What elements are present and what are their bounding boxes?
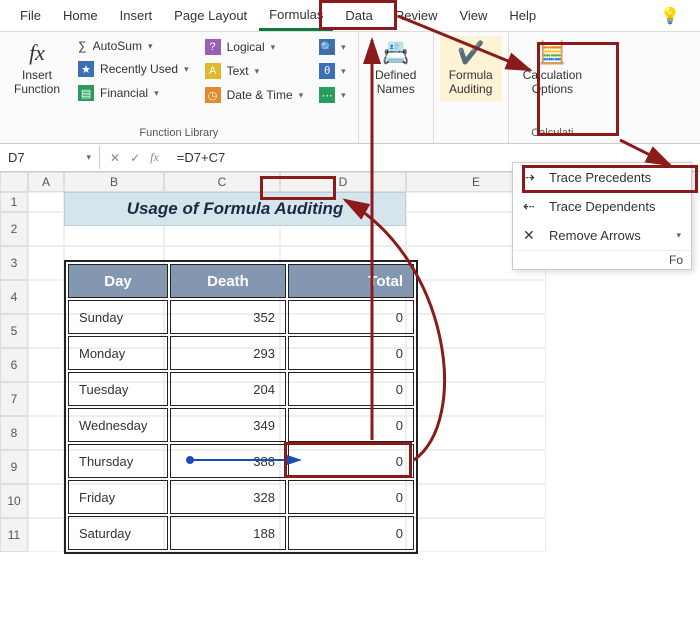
col-header-d[interactable]: D <box>280 172 406 192</box>
trace-dependents-icon: ⇠ <box>523 198 541 215</box>
th-day: Day <box>68 264 168 298</box>
row-header[interactable]: 10 <box>0 484 28 518</box>
chevron-down-icon: ▾ <box>255 66 260 77</box>
group-label-calculation: Calculati <box>515 125 590 141</box>
remove-arrows-icon: ✕ <box>523 227 541 244</box>
check-icon: ✔️ <box>457 40 484 66</box>
clock-icon: ◷ <box>205 87 221 103</box>
defined-names-button[interactable]: 📇 Defined Names <box>365 36 427 101</box>
more-functions-button[interactable]: ⋯▾ <box>313 84 352 106</box>
row-header[interactable]: 8 <box>0 416 28 450</box>
table-row: Wednesday3490 <box>68 408 414 442</box>
fx-icon: fx <box>29 40 45 66</box>
row-header[interactable]: 9 <box>0 450 28 484</box>
formula-bar-controls: ✕ ✓ fx <box>100 150 169 165</box>
tab-file[interactable]: File <box>10 2 51 29</box>
ribbon: fx Insert Function ∑AutoSum▾ ★Recently U… <box>0 32 700 144</box>
chevron-down-icon: ▾ <box>184 64 189 75</box>
th-total: Total <box>288 264 414 298</box>
row-header[interactable]: 3 <box>0 246 28 280</box>
dropdown-footer: Fo <box>513 250 691 269</box>
row-header[interactable]: 4 <box>0 280 28 314</box>
table-row: Saturday1880 <box>68 516 414 550</box>
datetime-button[interactable]: ◷Date & Time▾ <box>199 84 310 106</box>
select-all-corner[interactable] <box>0 172 28 192</box>
lookup-button[interactable]: 🔍▾ <box>313 36 352 58</box>
col-header-c[interactable]: C <box>164 172 280 192</box>
row-header[interactable]: 6 <box>0 348 28 382</box>
theta-icon: θ <box>319 63 335 79</box>
chevron-down-icon: ▾ <box>341 42 346 53</box>
text-button[interactable]: AText▾ <box>199 60 310 82</box>
row-header[interactable]: 5 <box>0 314 28 348</box>
col-header-b[interactable]: B <box>64 172 164 192</box>
chevron-down-icon: ▾ <box>154 88 159 99</box>
table-row: Sunday3520 <box>68 300 414 334</box>
star-icon: ★ <box>78 61 94 77</box>
text-icon: A <box>205 63 221 79</box>
sheet-title: Usage of Formula Auditing <box>64 192 406 226</box>
col-header-a[interactable]: A <box>28 172 64 192</box>
formula-auditing-button[interactable]: ✔️ Formula Auditing <box>440 36 502 101</box>
tab-review[interactable]: Review <box>385 2 448 29</box>
table-row: Tuesday2040 <box>68 372 414 406</box>
th-death: Death <box>170 264 286 298</box>
tab-view[interactable]: View <box>449 2 497 29</box>
tab-data[interactable]: Data <box>335 2 382 29</box>
table-row: Monday2930 <box>68 336 414 370</box>
fx-icon[interactable]: fx <box>146 150 163 165</box>
trace-dependents-item[interactable]: ⇠Trace Dependents <box>513 192 691 221</box>
calculator-icon: 🧮 <box>539 40 566 66</box>
row-header[interactable]: 11 <box>0 518 28 552</box>
table-row: Friday3280 <box>68 480 414 514</box>
tab-insert[interactable]: Insert <box>110 2 163 29</box>
row-header[interactable]: 7 <box>0 382 28 416</box>
chevron-down-icon: ▾ <box>676 230 681 241</box>
more-icon: ⋯ <box>319 87 335 103</box>
autosum-button[interactable]: ∑AutoSum▾ <box>72 36 195 56</box>
formula-auditing-dropdown: ⇢Trace Precedents ⇠Trace Dependents ✕Rem… <box>512 162 692 270</box>
chevron-down-icon: ▾ <box>341 66 346 77</box>
trace-precedents-icon: ⇢ <box>523 169 541 186</box>
chevron-down-icon: ▾ <box>341 90 346 101</box>
ribbon-tabs: File Home Insert Page Layout Formulas Da… <box>0 0 700 32</box>
chevron-down-icon: ▾ <box>299 90 304 101</box>
chevron-down-icon: ▾ <box>148 41 153 52</box>
sigma-icon: ∑ <box>78 39 87 53</box>
tab-home[interactable]: Home <box>53 2 108 29</box>
math-button[interactable]: θ▾ <box>313 60 352 82</box>
recently-used-button[interactable]: ★Recently Used▾ <box>72 58 195 80</box>
logical-icon: ? <box>205 39 221 55</box>
logical-button[interactable]: ?Logical▾ <box>199 36 310 58</box>
enter-icon[interactable]: ✓ <box>126 151 144 165</box>
lookup-icon: 🔍 <box>319 39 335 55</box>
tab-formulas[interactable]: Formulas <box>259 1 333 31</box>
tell-me-icon[interactable]: 💡 <box>660 6 680 26</box>
tab-help[interactable]: Help <box>499 2 546 29</box>
insert-function-button[interactable]: fx Insert Function <box>6 36 68 101</box>
financial-icon: ▤ <box>78 85 94 101</box>
row-header[interactable]: 2 <box>0 212 28 246</box>
chevron-down-icon: ▾ <box>271 42 276 53</box>
remove-arrows-item[interactable]: ✕Remove Arrows▾ <box>513 221 691 250</box>
table-row: Thursday3880 <box>68 444 414 478</box>
cancel-icon[interactable]: ✕ <box>106 151 124 165</box>
trace-precedents-item[interactable]: ⇢Trace Precedents <box>513 163 691 192</box>
chevron-down-icon: ▾ <box>86 152 91 163</box>
tab-pagelayout[interactable]: Page Layout <box>164 2 257 29</box>
defined-names-icon: 📇 <box>382 40 409 66</box>
financial-button[interactable]: ▤Financial▾ <box>72 82 195 104</box>
data-table: Day Death Total Sunday3520 Monday2930 Tu… <box>64 260 418 554</box>
calculation-options-button[interactable]: 🧮 Calculation Options <box>515 36 590 101</box>
row-header[interactable]: 1 <box>0 192 28 212</box>
name-box[interactable]: D7▾ <box>0 146 100 169</box>
group-label-function-library: Function Library <box>6 125 352 141</box>
